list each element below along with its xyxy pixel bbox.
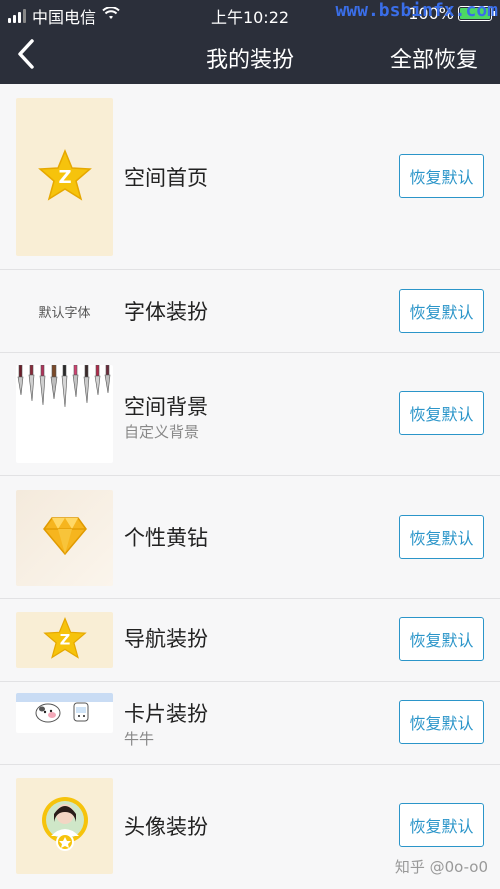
qzone-star-icon: Z <box>42 617 87 663</box>
cow-cartoon-icon <box>30 697 100 729</box>
svg-text:Z: Z <box>59 632 70 648</box>
item-title: 字体装扮 <box>124 300 208 324</box>
item-subtitle: 牛牛 <box>124 730 155 748</box>
item-title: 个性黄钻 <box>124 526 208 550</box>
item-title: 头像装扮 <box>124 815 208 839</box>
list-item-homepage: Z 空间首页 恢复默认 <box>0 84 500 270</box>
restore-default-button[interactable]: 恢复默认 <box>399 391 484 435</box>
restore-default-button[interactable]: 恢复默认 <box>399 515 484 559</box>
navigation-thumbnail: Z <box>16 612 113 668</box>
diamond-icon <box>42 516 88 560</box>
font-thumb-label: 默认字体 <box>38 306 91 321</box>
list-item-navigation: Z 导航装扮 恢复默认 <box>0 599 500 682</box>
avatar-thumbnail <box>16 778 113 874</box>
svg-text:Z: Z <box>58 167 71 188</box>
status-bar: 中国电信 上午10:22 100% www.bsbinfx.com <box>0 0 500 28</box>
avatar-frame-icon <box>37 794 93 858</box>
list-item-font: 默认字体 字体装扮 恢复默认 <box>0 270 500 353</box>
list-item-yellow-diamond: 个性黄钻 恢复默认 <box>0 476 500 599</box>
list-item-background: 空间背景 自定义背景 恢复默认 <box>0 353 500 476</box>
restore-default-button[interactable]: 恢复默认 <box>399 617 484 661</box>
item-title: 空间背景 <box>124 395 208 419</box>
navigation-bar: 我的装扮 全部恢复 <box>0 28 500 84</box>
item-title: 卡片装扮 <box>124 702 208 726</box>
restore-default-button[interactable]: 恢复默认 <box>399 289 484 333</box>
card-thumbnail <box>16 693 113 733</box>
item-title: 导航装扮 <box>124 627 208 651</box>
site-watermark: www.bsbinfx.com <box>335 0 498 21</box>
restore-default-button[interactable]: 恢复默认 <box>399 154 484 198</box>
background-thumbnail <box>16 365 113 463</box>
zhihu-watermark: 知乎 @0o-o0 <box>394 858 488 876</box>
list-item-card: 卡片装扮 牛牛 恢复默认 <box>0 682 500 765</box>
font-thumbnail: 默认字体 <box>16 284 113 339</box>
yellow-diamond-thumbnail <box>16 490 113 586</box>
knives-image-icon <box>16 365 113 413</box>
restore-default-button[interactable]: 恢复默认 <box>399 803 484 847</box>
decoration-list: Z 空间首页 恢复默认 默认字体 字体装扮 恢复默认 空间背景 自定义背景 恢复… <box>0 84 500 889</box>
item-subtitle: 自定义背景 <box>124 423 200 441</box>
restore-default-button[interactable]: 恢复默认 <box>399 700 484 744</box>
homepage-thumbnail: Z <box>16 98 113 256</box>
restore-all-button[interactable]: 全部恢复 <box>390 42 478 74</box>
qzone-star-icon: Z <box>37 149 92 205</box>
item-title: 空间首页 <box>124 166 208 190</box>
